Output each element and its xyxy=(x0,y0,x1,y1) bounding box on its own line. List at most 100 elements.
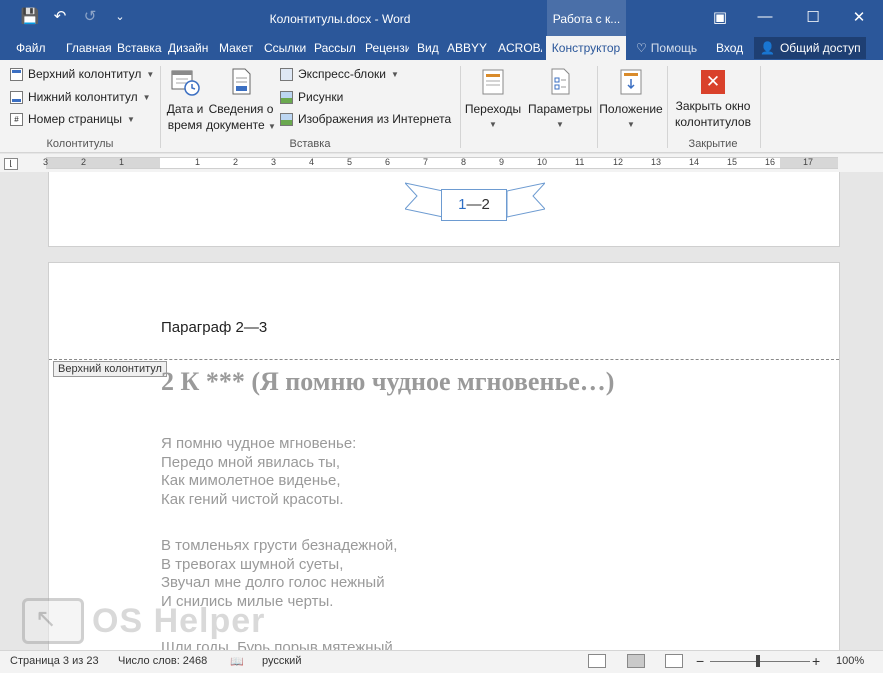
language-indicator[interactable]: русский xyxy=(262,655,301,667)
ruler-number: 3 xyxy=(271,157,277,167)
footer-dropdown[interactable]: Нижний колонтитул ▼ xyxy=(10,90,151,104)
tab-file[interactable]: Файл xyxy=(16,36,56,60)
ruler-number: 3 xyxy=(43,157,49,167)
ruler-number: 1 xyxy=(119,157,125,167)
calendar-clock-icon xyxy=(169,66,201,98)
quick-parts-dropdown[interactable]: Экспресс-блоки ▼ xyxy=(280,67,399,81)
header-text[interactable]: Параграф 2—3 xyxy=(161,319,267,336)
header-boundary-line xyxy=(49,359,839,360)
status-bar: Страница 3 из 23 Число слов: 2468 📖 русс… xyxy=(0,650,883,673)
ribbon: Верхний колонтитул ▼ Нижний колонтитул ▼… xyxy=(0,60,883,153)
share-button[interactable]: 👤 Общий доступ xyxy=(754,37,866,59)
options-icon xyxy=(544,66,576,98)
ruler-number: 14 xyxy=(689,157,700,167)
tell-me-label: Помощь xyxy=(650,41,698,55)
position-icon xyxy=(615,66,647,98)
zoom-level[interactable]: 100% xyxy=(836,655,864,667)
tab-mailings[interactable]: Рассыл xyxy=(314,36,356,60)
header-label: Верхний колонтитул xyxy=(28,67,142,81)
chevron-down-icon: ▼ xyxy=(627,120,635,129)
ruler-number: 13 xyxy=(651,157,662,167)
navigation-button[interactable]: Переходы ▼ xyxy=(463,66,523,133)
person-icon: 👤 xyxy=(760,41,775,55)
tab-abbyy[interactable]: ABBYY F xyxy=(447,36,491,60)
cursor-arrow-icon xyxy=(22,598,84,644)
sign-in-link[interactable]: Вход xyxy=(716,36,746,60)
group-separator xyxy=(667,66,668,148)
close-header-footer-button[interactable]: ✕ Закрыть окно колонтитулов xyxy=(670,70,756,130)
close-label-2: колонтитулов xyxy=(675,115,751,129)
ruler-number: 4 xyxy=(309,157,315,167)
ruler-number: 16 xyxy=(765,157,776,167)
pictures-button[interactable]: Рисунки xyxy=(280,90,343,104)
quick-parts-icon xyxy=(280,67,293,81)
picture-icon xyxy=(280,90,293,104)
ruler-number: 8 xyxy=(461,157,467,167)
poem-line: В томленьях грусти безнадежной, xyxy=(161,537,398,554)
options-button[interactable]: Параметры ▼ xyxy=(525,66,595,133)
poem-line: Как гений чистой красоты. xyxy=(161,490,344,508)
tab-design[interactable]: Дизайн xyxy=(168,36,212,60)
print-layout-icon[interactable] xyxy=(627,654,645,668)
chevron-down-icon: ▼ xyxy=(390,69,399,79)
page-count[interactable]: Страница 3 из 23 xyxy=(10,655,99,667)
maximize-button[interactable]: ☐ xyxy=(798,8,828,26)
navigation-label: Переходы xyxy=(464,102,522,116)
group-label-zakrytie: Закрытие xyxy=(688,138,738,150)
horizontal-ruler[interactable]: ⌊ 3 2 1 1 2 3 4 5 6 7 8 9 10 11 12 13 14 15 16 17 xyxy=(0,154,883,172)
zoom-in-button[interactable]: + xyxy=(812,653,820,669)
document-info-button[interactable]: Сведения о документе ▼ xyxy=(206,66,276,135)
position-button[interactable]: Положение ▼ xyxy=(597,66,665,133)
close-icon: ✕ xyxy=(701,70,725,94)
ruler-number: 9 xyxy=(499,157,505,167)
minimize-button[interactable]: — xyxy=(750,8,780,25)
ruler-number: 5 xyxy=(347,157,353,167)
group-separator xyxy=(460,66,461,148)
ruler-track[interactable]: 3 2 1 1 2 3 4 5 6 7 8 9 10 11 12 13 14 15 16 17 xyxy=(43,157,838,169)
tab-layout[interactable]: Макет xyxy=(219,36,257,60)
word-count[interactable]: Число слов: 2468 xyxy=(118,655,207,667)
close-label-1: Закрыть окно xyxy=(675,99,751,113)
zoom-out-button[interactable]: − xyxy=(696,653,704,669)
page-number-label: Номер страницы xyxy=(28,112,122,126)
chevron-down-icon: ▼ xyxy=(146,69,155,79)
date-time-label-1: Дата и xyxy=(166,102,204,116)
group-separator xyxy=(760,66,761,148)
close-window-button[interactable]: ✕ xyxy=(844,8,874,26)
tab-view[interactable]: Вид xyxy=(417,36,441,60)
document-canvas[interactable]: 1—2 Параграф 2—3 Верхний колонтитул 2 К … xyxy=(0,172,883,650)
zoom-slider-thumb[interactable] xyxy=(756,655,760,667)
ribbon-tabs: Файл Главная Вставка Дизайн Макет Ссылки… xyxy=(0,36,883,60)
date-time-button[interactable]: Дата и время xyxy=(164,66,206,133)
tab-insert[interactable]: Вставка xyxy=(117,36,163,60)
ribbon-display-options-icon[interactable]: ▣ xyxy=(705,8,735,26)
tab-review[interactable]: Рецензи xyxy=(365,36,409,60)
page-current[interactable]: Параграф 2—3 Верхний колонтитул 2 К *** … xyxy=(48,262,840,650)
pictures-label: Рисунки xyxy=(298,90,344,104)
group-separator xyxy=(160,66,161,148)
read-mode-icon[interactable] xyxy=(588,654,606,668)
ruler-number: 11 xyxy=(575,157,585,167)
header-dropdown[interactable]: Верхний колонтитул ▼ xyxy=(10,67,154,81)
zoom-slider[interactable] xyxy=(710,661,810,662)
date-time-label-2: время xyxy=(167,118,203,132)
tab-home[interactable]: Главная xyxy=(66,36,113,60)
web-layout-icon[interactable] xyxy=(665,654,683,668)
ruler-number: 15 xyxy=(727,157,738,167)
tab-design-header-footer[interactable]: Конструктор xyxy=(546,36,626,60)
document-info-icon xyxy=(225,66,257,98)
page-number-field[interactable]: 1—2 xyxy=(441,189,507,221)
tell-me-search[interactable]: ♡ Помощь xyxy=(636,36,704,60)
page-number-banner: 1—2 xyxy=(405,177,545,225)
quick-parts-label: Экспресс-блоки xyxy=(298,67,386,81)
online-pictures-button[interactable]: Изображения из Интернета xyxy=(280,112,451,126)
tab-references[interactable]: Ссылки xyxy=(264,36,308,60)
tab-selector[interactable]: ⌊ xyxy=(4,158,18,170)
proofing-icon[interactable]: 📖 xyxy=(230,655,244,668)
chevron-down-icon: ▼ xyxy=(142,92,151,102)
page-number-dropdown[interactable]: # Номер страницы ▼ xyxy=(10,112,135,126)
chevron-down-icon: ▼ xyxy=(556,120,564,129)
page-previous-footer[interactable]: 1—2 xyxy=(48,172,840,247)
chevron-down-icon: ▼ xyxy=(126,114,135,124)
tab-acrobat[interactable]: ACROBA xyxy=(498,36,542,60)
